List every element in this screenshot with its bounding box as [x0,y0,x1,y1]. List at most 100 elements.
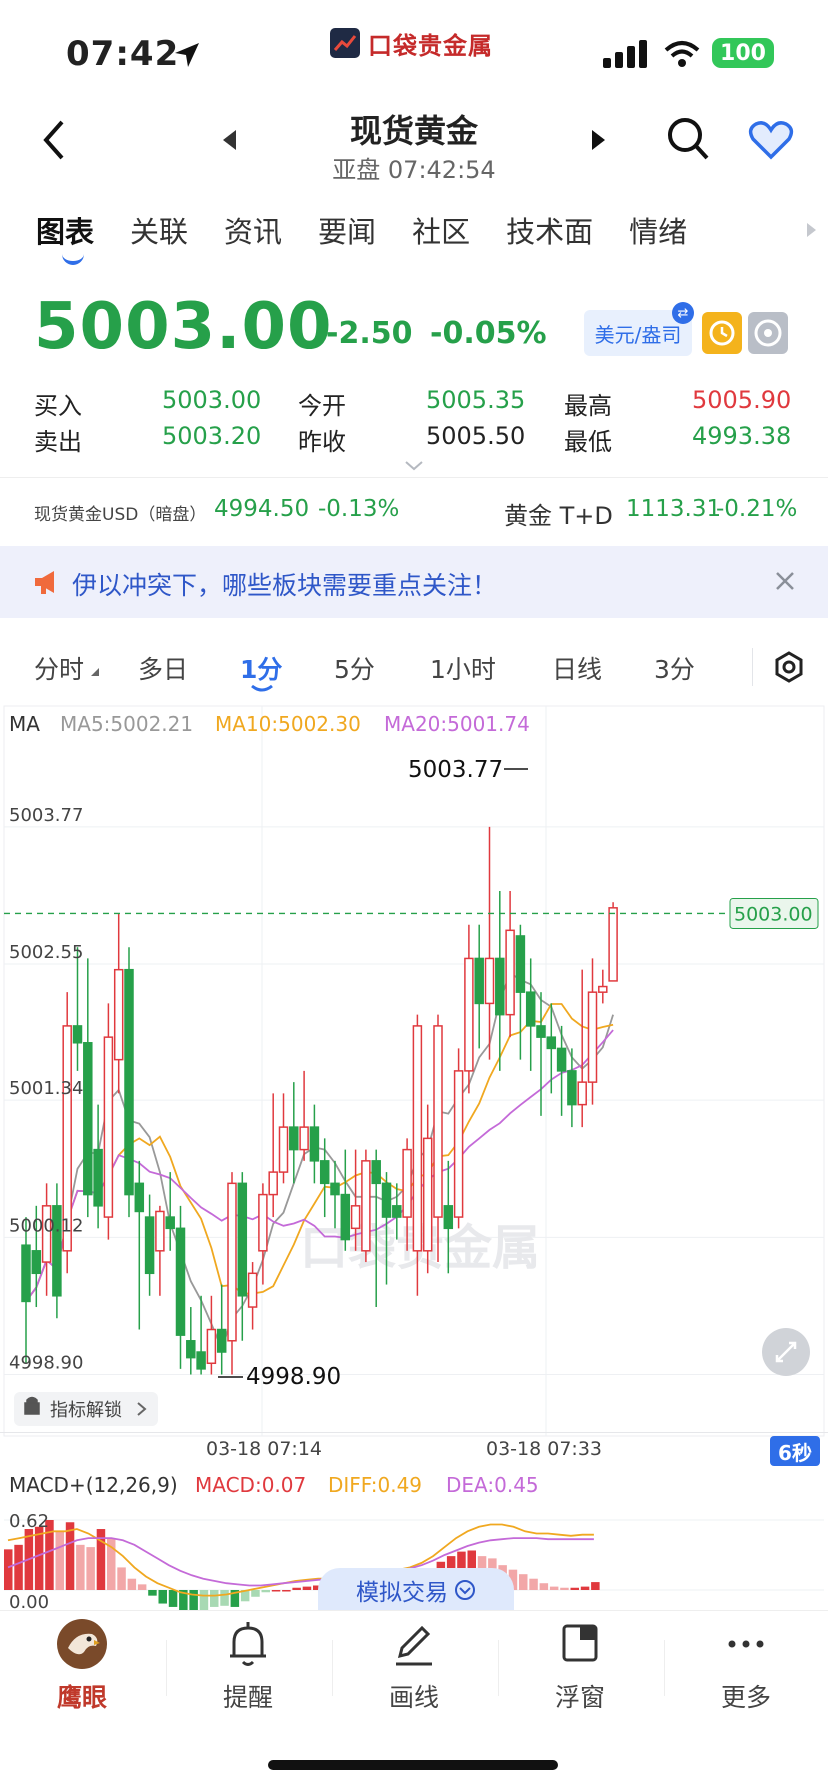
period-5min[interactable]: 5分 [334,650,375,686]
candlestick-chart[interactable]: 口袋贵金属 5003.775002.555001.345000.124998.9… [0,700,828,1440]
macd-histogram-bar [302,1586,312,1590]
candle-body [319,1160,330,1185]
candle-body [525,991,536,1027]
macd-histogram-bar [251,1590,260,1597]
related-right-value: 1113.31 [626,496,722,522]
macd-histogram-bar [137,1584,147,1590]
time-axis-label-1: 03-18 07:14 [206,1438,323,1460]
divider [752,648,753,686]
svg-text:5003.00: 5003.00 [734,903,813,925]
y-axis-tick: 5000.12 [9,1215,83,1236]
status-time: 07:42 [66,34,180,74]
gold-coin-icon[interactable] [702,312,742,354]
related-left-value: 4994.50 [214,496,310,522]
app-logo-icon [330,28,360,58]
tab-sentiment[interactable]: 情绪 [629,209,687,251]
macd-histogram-bar [220,1590,229,1606]
tab-community[interactable]: 社区 [412,209,470,251]
next-instrument-icon[interactable] [588,128,608,152]
tab-chart[interactable]: 图表 [36,209,94,265]
macd-histogram-bar [86,1547,95,1590]
open-label: 今开 [298,392,346,420]
search-icon[interactable] [666,116,710,162]
signal-icon [603,40,647,68]
macd-histogram-bar [282,1590,291,1592]
period-1min[interactable]: 1分 [240,650,282,686]
candle-body [340,1193,351,1241]
ask-value: 5003.20 [162,422,262,450]
tab-news[interactable]: 资讯 [224,209,282,251]
dea-value: DEA:0.45 [446,1473,539,1497]
candle-body [453,1070,464,1218]
notice-text[interactable]: 伊以冲突下，哪些板块需要重点关注！ [72,566,497,602]
candle-body [237,1182,248,1297]
refresh-interval-badge[interactable]: 6秒 [770,1436,820,1466]
candle-body [546,1036,557,1050]
candle-body [206,1328,217,1365]
candle-body [134,1182,145,1213]
candle-body [299,1126,309,1151]
period-1hour[interactable]: 1小时 [430,650,496,686]
macd-histogram-bar [189,1590,198,1612]
related-left-percent: -0.13% [318,496,400,522]
macd-histogram-bar [127,1578,137,1590]
candle-body [587,991,598,1083]
nav-float-window[interactable]: 浮窗 [510,1618,650,1714]
related-right-name[interactable]: 黄金 T+D [504,496,613,531]
candle-body [216,1328,227,1353]
candle-body [247,1272,258,1308]
period-multiday[interactable]: 多日 [138,650,188,686]
chevron-down-circle-icon [455,1580,475,1600]
macd-histogram-bar [76,1544,85,1590]
price-change: -2.50 [326,316,413,351]
nav-eagle-eye[interactable]: 鹰眼 [12,1618,152,1714]
macd-histogram-bar [117,1567,126,1590]
favorite-heart-icon[interactable] [748,120,794,160]
candle-body [21,1244,31,1303]
bid-label: 买入 [34,392,82,420]
macd-histogram-bar [570,1587,579,1590]
divider [664,1640,665,1696]
indicator-unlock-label[interactable]: 指标解锁 [50,1400,122,1421]
candle-body [443,1205,454,1230]
tab-headlines[interactable]: 要闻 [318,209,376,251]
close-icon[interactable] [774,570,796,592]
nav-draw-line[interactable]: 画线 [344,1618,484,1714]
nav-alert[interactable]: 提醒 [178,1618,318,1714]
sim-trade-button[interactable]: 模拟交易 [318,1568,514,1612]
divider [166,1640,167,1696]
nav-float-window-label: 浮窗 [554,1683,605,1712]
lock-icon [24,1396,40,1415]
macd-histogram-bar [292,1587,301,1590]
price-change-percent: -0.05% [430,316,547,351]
candle-body [93,1148,103,1207]
related-left-name[interactable]: 现货黄金USD（暗盘） [34,500,206,525]
more-icon [728,1640,764,1648]
y-axis-tick: 5002.55 [9,942,83,963]
ma20-legend: MA20:5001.74 [384,712,530,736]
tabs-more-icon[interactable] [804,220,818,240]
ask-label: 卖出 [34,428,82,456]
expand-chevron-icon[interactable] [404,460,424,472]
megaphone-icon [35,571,54,594]
period-daily[interactable]: 日线 [552,650,602,686]
candle-body [227,1182,237,1342]
tab-technical[interactable]: 技术面 [506,209,593,251]
period-timeshare[interactable]: 分时 [34,650,84,686]
diff-value: DIFF:0.49 [328,1473,422,1497]
last-price: 5003.00 [34,290,333,364]
nav-more[interactable]: 更多 [676,1618,816,1714]
related-right-percent: -0.21% [716,496,798,522]
candle-body [72,1025,83,1044]
tab-related[interactable]: 关联 [130,209,188,251]
settings-badge-icon[interactable] [748,312,788,354]
divider [0,477,828,478]
period-3min[interactable]: 3分 [654,650,695,686]
y-axis-tick: 5001.34 [9,1078,83,1099]
y-axis-tick: 4998.90 [9,1353,83,1374]
macd-histogram-bar [549,1586,559,1590]
macd-value: MACD:0.07 [195,1473,306,1497]
candle-body [278,1126,289,1173]
chart-settings-icon[interactable] [772,650,806,684]
candle-body [515,935,526,993]
